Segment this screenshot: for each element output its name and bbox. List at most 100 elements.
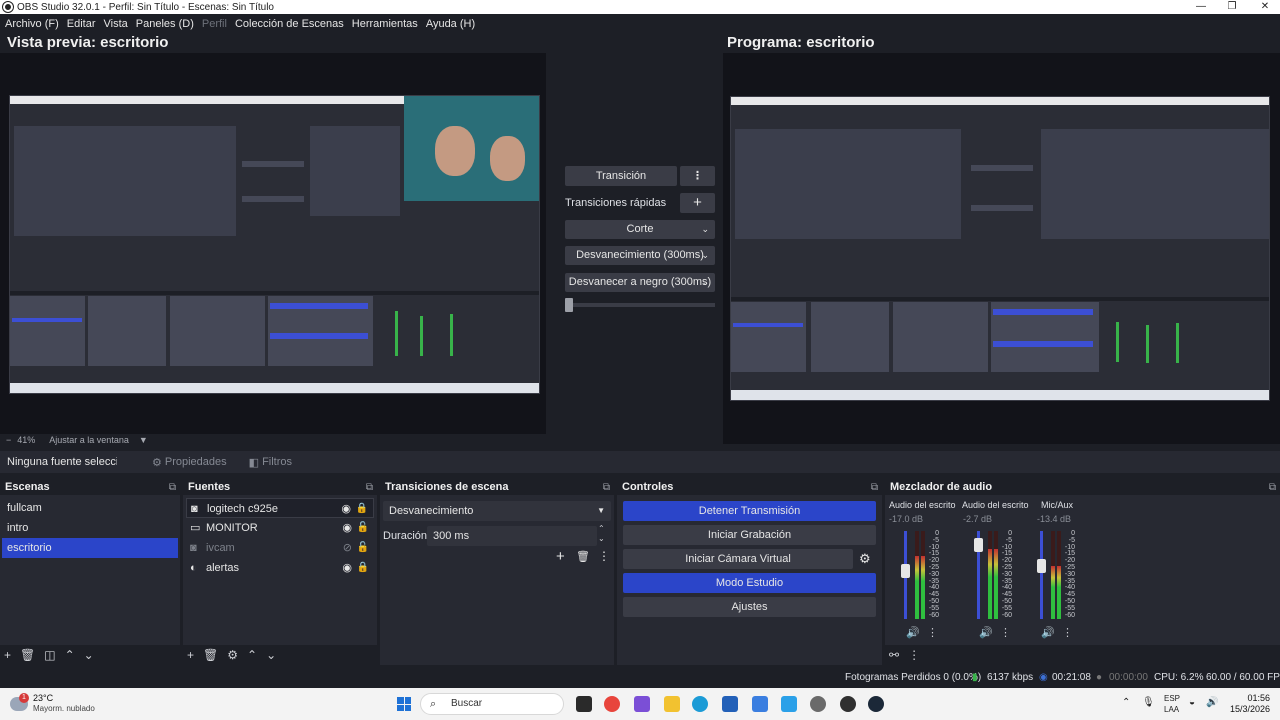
chevron-down-icon[interactable]: ▼ [139, 435, 148, 445]
taskbar-search[interactable]: ⌕ Buscar [420, 693, 564, 715]
volume-slider[interactable] [974, 531, 983, 619]
zoom-out-button[interactable]: − [6, 435, 11, 445]
more-icon[interactable]: ⋮ [1000, 626, 1011, 639]
undock-icon[interactable]: ⧉ [603, 480, 610, 495]
add-quick-transition-button[interactable]: + [680, 193, 715, 213]
properties-button[interactable]: ⚙ Propiedades [152, 456, 227, 469]
preview-canvas[interactable] [0, 53, 546, 434]
microphone-icon[interactable]: 🎙 [1142, 697, 1155, 708]
menu-docks[interactable]: Paneles (D) [133, 18, 197, 30]
menu-profile[interactable]: Perfil [199, 18, 230, 30]
arrow-down-icon[interactable]: ⌄ [84, 648, 94, 662]
undock-icon[interactable]: ⧉ [871, 480, 878, 495]
language-indicator[interactable]: ESP LAA [1164, 693, 1180, 715]
add-transition-button[interactable]: + [556, 548, 565, 565]
app-icon[interactable] [781, 696, 797, 712]
trash-icon[interactable]: 🗑 [576, 550, 590, 563]
volume-slider-knob[interactable] [1037, 559, 1046, 574]
speaker-icon[interactable]: 🔊 [906, 626, 920, 639]
menu-tools[interactable]: Herramientas [349, 18, 421, 30]
add-source-icon[interactable]: + [187, 648, 194, 662]
more-icon[interactable]: ⋮ [908, 648, 920, 662]
more-icon[interactable]: ⋮ [927, 626, 938, 639]
app-icon[interactable] [634, 696, 650, 712]
lock-icon[interactable]: 🔒 [357, 558, 369, 578]
add-scene-icon[interactable]: + [4, 648, 11, 662]
undock-icon[interactable]: ⧉ [366, 480, 373, 495]
menu-scene-collection[interactable]: Colección de Escenas [232, 18, 347, 30]
menu-view[interactable]: Vista [101, 18, 131, 30]
file-explorer-icon[interactable] [664, 696, 680, 712]
scene-item-escritorio[interactable]: escritorio [2, 538, 178, 558]
app-icon[interactable] [752, 696, 768, 712]
trash-icon[interactable]: 🗑 [203, 648, 218, 662]
steam-icon[interactable] [868, 696, 884, 712]
menu-edit[interactable]: Editar [64, 18, 99, 30]
scene-item-fullcam[interactable]: fullcam [2, 498, 178, 518]
volume-icon[interactable]: 🔊 [1206, 697, 1218, 708]
zoom-mode-dropdown[interactable]: Ajustar a la ventana [49, 435, 129, 445]
gear-icon[interactable]: ⚙ [227, 648, 238, 662]
settings-icon[interactable] [810, 696, 826, 712]
task-view-icon[interactable] [576, 696, 592, 712]
unlock-icon[interactable]: 🔓 [357, 518, 369, 538]
duration-spinbox[interactable]: 300 ms [427, 526, 597, 546]
eye-icon[interactable]: ◉ [342, 518, 352, 538]
studio-mode-button[interactable]: Modo Estudio [623, 573, 876, 593]
start-virtual-camera-button[interactable]: Iniciar Cámara Virtual [623, 549, 853, 569]
arrow-up-icon[interactable]: ⌃ [247, 648, 257, 662]
eye-icon[interactable]: ◉ [341, 499, 351, 519]
more-icon[interactable]: ⋮ [680, 166, 715, 186]
trash-icon[interactable]: 🗑 [20, 648, 35, 662]
menu-help[interactable]: Ayuda (H) [423, 18, 478, 30]
filters-button[interactable]: ◧ Filtros [249, 456, 292, 469]
scene-filters-icon[interactable]: ◫ [44, 648, 55, 662]
gear-icon[interactable]: ⚙ [859, 551, 871, 567]
arrow-down-icon[interactable]: ⌄ [266, 648, 276, 662]
undock-icon[interactable]: ⧉ [169, 480, 176, 495]
eye-icon[interactable]: ◉ [342, 558, 352, 578]
minimize-button[interactable]: — [1186, 0, 1216, 14]
volume-slider[interactable] [901, 531, 910, 619]
more-icon[interactable]: ⋮ [1062, 626, 1073, 639]
eye-hidden-icon[interactable]: ⊘ [343, 538, 352, 558]
source-item[interactable]: ◐ alertas ◉ 🔒 [186, 558, 374, 578]
arrow-up-icon[interactable]: ⌃ [65, 648, 75, 662]
volume-slider[interactable] [1037, 531, 1046, 619]
source-item[interactable]: ◙ ivcam ⊘ 🔓 [186, 538, 374, 558]
store-icon[interactable] [722, 696, 738, 712]
windows-start-icon[interactable] [397, 697, 411, 711]
volume-slider-knob[interactable] [974, 538, 983, 553]
volume-slider-knob[interactable] [901, 563, 910, 578]
transition-select[interactable]: Desvanecimiento ▼ [383, 501, 611, 521]
unlock-icon[interactable]: 🔓 [357, 538, 369, 558]
scene-item-intro[interactable]: intro [2, 518, 178, 538]
maximize-button[interactable]: ❐ [1217, 0, 1247, 14]
lock-icon[interactable]: 🔒 [356, 499, 368, 519]
speaker-icon[interactable]: 🔊 [1041, 626, 1055, 639]
more-icon[interactable]: ⋮ [598, 549, 610, 563]
settings-button[interactable]: Ajustes [623, 597, 876, 617]
chevron-up-icon[interactable]: ⌃ [1122, 697, 1130, 708]
clock[interactable]: 01:56 15/3/2026 [1222, 693, 1270, 715]
chrome-icon[interactable] [604, 696, 620, 712]
source-item[interactable]: ▭ MONITOR ◉ 🔓 [186, 518, 374, 538]
close-button[interactable]: ✕ [1250, 0, 1280, 14]
menu-file[interactable]: Archivo (F) [2, 18, 62, 30]
undock-icon[interactable]: ⧉ [1269, 480, 1276, 495]
link-icon[interactable]: ⚯ [889, 648, 899, 662]
speaker-icon[interactable]: 🔊 [979, 626, 993, 639]
spin-arrows-icon[interactable]: ⌃ ⌄ [598, 524, 605, 544]
t-bar-handle[interactable] [565, 298, 573, 312]
transition-button[interactable]: Transición [565, 166, 677, 186]
source-item[interactable]: ◙ logitech c925e ◉ 🔒 [186, 498, 374, 518]
stop-streaming-button[interactable]: Detener Transmisión [623, 501, 876, 521]
obs-icon[interactable] [840, 696, 856, 712]
quick-transition-fade[interactable]: Desvanecimiento (300ms) ⌄ [565, 246, 715, 265]
quick-transition-cut[interactable]: Corte ⌄ [565, 220, 715, 239]
start-recording-button[interactable]: Iniciar Grabación [623, 525, 876, 545]
t-bar-track[interactable] [565, 303, 715, 307]
edge-icon[interactable] [692, 696, 708, 712]
network-icon[interactable]: ◒ [1189, 697, 1195, 708]
quick-transition-fade-black[interactable]: Desvanecer a negro (300ms) ⌄ [565, 273, 715, 292]
